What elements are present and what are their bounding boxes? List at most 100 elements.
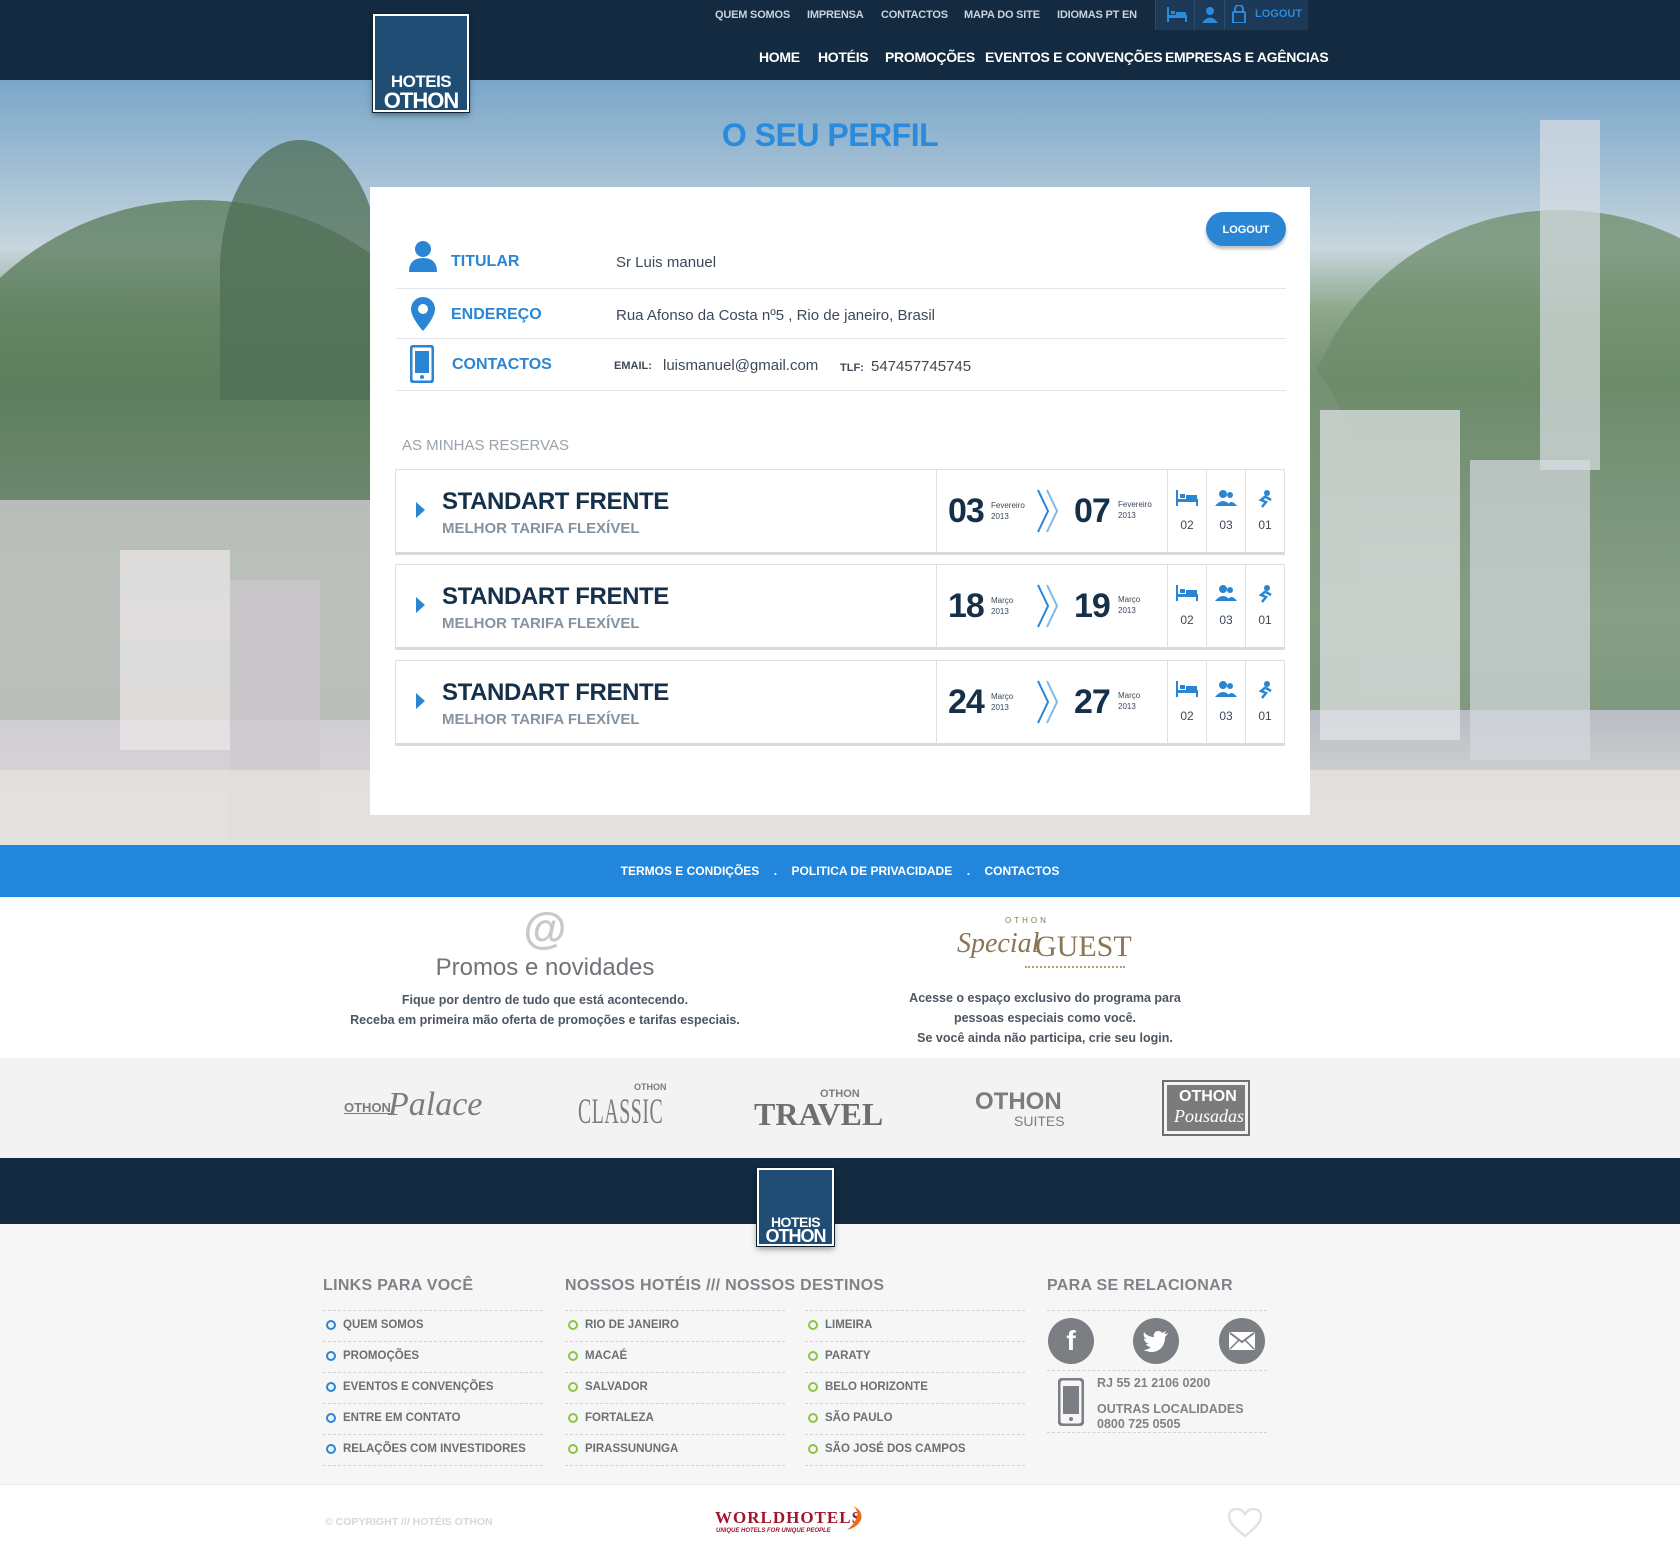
footer-link-termos[interactable]: TERMOS E CONDIÇÕES <box>621 864 760 878</box>
checkout-day: 19 <box>1074 587 1111 625</box>
checkout-day: 07 <box>1074 492 1111 530</box>
checkin-day: 18 <box>948 587 985 625</box>
destination-link[interactable]: LIMEIRA <box>808 1319 872 1331</box>
nav-eventos[interactable]: EVENTOS E CONVENÇÕES <box>985 49 1163 65</box>
tlf-label: TLF: <box>840 362 864 374</box>
promo-title: Promos e novidades <box>435 954 655 981</box>
profile-logout-button[interactable]: LOGOUT <box>1206 212 1286 246</box>
checkin-month: Março <box>991 692 1014 701</box>
child-icon <box>1258 490 1272 508</box>
checkin-year: 2013 <box>991 512 1009 521</box>
person-icon <box>409 241 437 272</box>
destination-link[interactable]: SALVADOR <box>568 1381 648 1393</box>
children-count: 01 <box>1258 518 1272 532</box>
othon-travel-logo[interactable]: OTHON TRAVEL <box>754 1088 883 1138</box>
footer-link-promocoes[interactable]: PROMOÇÕES <box>326 1350 419 1362</box>
links-heading: LINKS PARA VOCÊ <box>323 1277 474 1294</box>
expand-arrow-icon[interactable] <box>416 693 425 709</box>
chevron-right-icon <box>1037 680 1059 724</box>
profile-card: LOGOUT TITULAR Sr Luis manuel ENDEREÇO R… <box>370 187 1310 815</box>
email-value[interactable]: luismanuel@gmail.com <box>663 357 818 374</box>
reservations-heading: AS MINHAS RESERVAS <box>402 437 569 454</box>
child-icon <box>1258 585 1272 603</box>
reservation-row[interactable]: STANDART FRENTE MELHOR TARIFA FLEXÍVEL 0… <box>395 469 1285 555</box>
footer-link-privacidade[interactable]: POLITICA DE PRIVACIDADE <box>792 864 953 878</box>
destination-link[interactable]: PARATY <box>808 1350 871 1362</box>
footer-link-contato[interactable]: ENTRE EM CONTATO <box>326 1412 461 1424</box>
special-guest-logo: OTHON Special GUEST <box>955 914 1145 984</box>
email-icon[interactable] <box>1219 1318 1265 1364</box>
site-footer: LINKS PARA VOCÊ QUEM SOMOS PROMOÇÕES EVE… <box>0 1224 1680 1484</box>
hotels-othon-logo[interactable]: HOTEIS OTHON <box>372 13 470 113</box>
rate-name: MELHOR TARIFA FLEXÍVEL <box>442 615 640 632</box>
nav-promocoes[interactable]: PROMOÇÕES <box>885 49 975 65</box>
bed-icon <box>1176 681 1198 697</box>
heart-icon[interactable] <box>1228 1508 1262 1538</box>
nav-hoteis[interactable]: HOTÉIS <box>818 49 869 65</box>
reservation-row[interactable]: STANDART FRENTE MELHOR TARIFA FLEXÍVEL 1… <box>395 564 1285 650</box>
location-pin-icon <box>411 297 435 331</box>
footer-link-quem-somos[interactable]: QUEM SOMOS <box>326 1319 424 1331</box>
child-icon <box>1258 681 1272 699</box>
checkout-year: 2013 <box>1118 606 1136 615</box>
footer-link-contactos[interactable]: CONTACTOS <box>984 864 1059 878</box>
checkout-month: Março <box>1118 691 1141 700</box>
worldhotels-logo[interactable]: WORLDHOTELS UNIQUE HOTELS FOR UNIQUE PEO… <box>715 1504 875 1544</box>
chevron-right-icon <box>1037 489 1059 533</box>
footer-link-investidores[interactable]: RELAÇÕES COM INVESTIDORES <box>326 1443 526 1455</box>
room-name: STANDART FRENTE <box>442 488 669 515</box>
divider <box>396 338 1286 339</box>
destination-link[interactable]: BELO HORIZONTE <box>808 1381 928 1393</box>
othon-classic-logo[interactable]: OTHON CLASSIC <box>578 1082 668 1138</box>
destination-link[interactable]: SÃO JOSÉ DOS CAMPOS <box>808 1443 966 1455</box>
destination-link[interactable]: RIO DE JANEIRO <box>568 1319 679 1331</box>
user-icon[interactable] <box>1202 6 1218 23</box>
expand-arrow-icon[interactable] <box>416 502 425 518</box>
top-link-contactos[interactable]: CONTACTOS <box>881 9 948 21</box>
bed-icon[interactable] <box>1167 7 1187 22</box>
reservation-row[interactable]: STANDART FRENTE MELHOR TARIFA FLEXÍVEL 2… <box>395 660 1285 746</box>
nav-empresas[interactable]: EMPRESAS E AGÊNCIAS <box>1165 49 1329 65</box>
special-guest-block[interactable]: OTHON Special GUEST Acesse o espaço excl… <box>870 910 1220 1050</box>
othon-suites-logo[interactable]: OTHON SUITES <box>972 1088 1082 1138</box>
top-link-quem-somos[interactable]: QUEM SOMOS <box>715 9 790 21</box>
header-logout-link[interactable]: LOGOUT <box>1255 8 1302 20</box>
othon-palace-logo[interactable]: OTHON Palace <box>344 1084 484 1134</box>
top-header: HOTEIS OTHON QUEM SOMOS IMPRENSA CONTACT… <box>0 0 1680 113</box>
hotels-othon-footer-logo[interactable]: HOTEIS OTHON <box>756 1167 835 1247</box>
rate-name: MELHOR TARIFA FLEXÍVEL <box>442 711 640 728</box>
checkout-month: Fevereiro <box>1118 500 1152 509</box>
top-link-imprensa[interactable]: IMPRENSA <box>807 9 864 21</box>
lock-icon[interactable] <box>1232 5 1246 23</box>
expand-arrow-icon[interactable] <box>416 597 425 613</box>
user-toolbar: LOGOUT <box>1155 0 1308 30</box>
bed-icon <box>1176 490 1198 506</box>
destination-link[interactable]: FORTALEZA <box>568 1412 654 1424</box>
adults-icon <box>1215 585 1237 601</box>
promo-block[interactable]: @ Promos e novidades Fique por dentro de… <box>300 904 790 1030</box>
footer-dark-band <box>0 1158 1680 1224</box>
children-count: 01 <box>1258 709 1272 723</box>
footer-link-eventos[interactable]: EVENTOS E CONVENÇÕES <box>326 1381 494 1393</box>
phone-rj: RJ 55 21 2106 0200 <box>1097 1376 1211 1390</box>
endereco-value: Rua Afonso da Costa nº5 , Rio de janeiro… <box>616 307 935 324</box>
top-link-idiomas[interactable]: IDIOMAS PT EN <box>1057 9 1137 21</box>
facebook-icon[interactable]: f <box>1048 1318 1094 1364</box>
titular-label: TITULAR <box>451 253 520 270</box>
checkin-day: 03 <box>948 492 985 530</box>
swoosh-icon <box>847 1506 862 1530</box>
titular-value: Sr Luis manuel <box>616 254 717 271</box>
top-link-mapa-do-site[interactable]: MAPA DO SITE <box>964 9 1040 21</box>
bed-icon <box>1176 585 1198 601</box>
checkin-year: 2013 <box>991 703 1009 712</box>
nav-home[interactable]: HOME <box>759 49 800 65</box>
other-locations-phone: 0800 725 0505 <box>1097 1417 1181 1431</box>
destination-link[interactable]: PIRASSUNUNGA <box>568 1443 678 1455</box>
othon-pousadas-logo[interactable]: OTHON Pousadas <box>1162 1080 1250 1136</box>
bottom-bar: © COPYRIGHT /// HOTÉIS OTHON WORLDHOTELS… <box>0 1484 1680 1561</box>
destination-link[interactable]: MACAÉ <box>568 1350 627 1362</box>
checkin-month: Fevereiro <box>991 501 1025 510</box>
destination-link[interactable]: SÃO PAULO <box>808 1412 893 1424</box>
twitter-icon[interactable] <box>1133 1318 1179 1364</box>
checkout-month: Março <box>1118 595 1141 604</box>
